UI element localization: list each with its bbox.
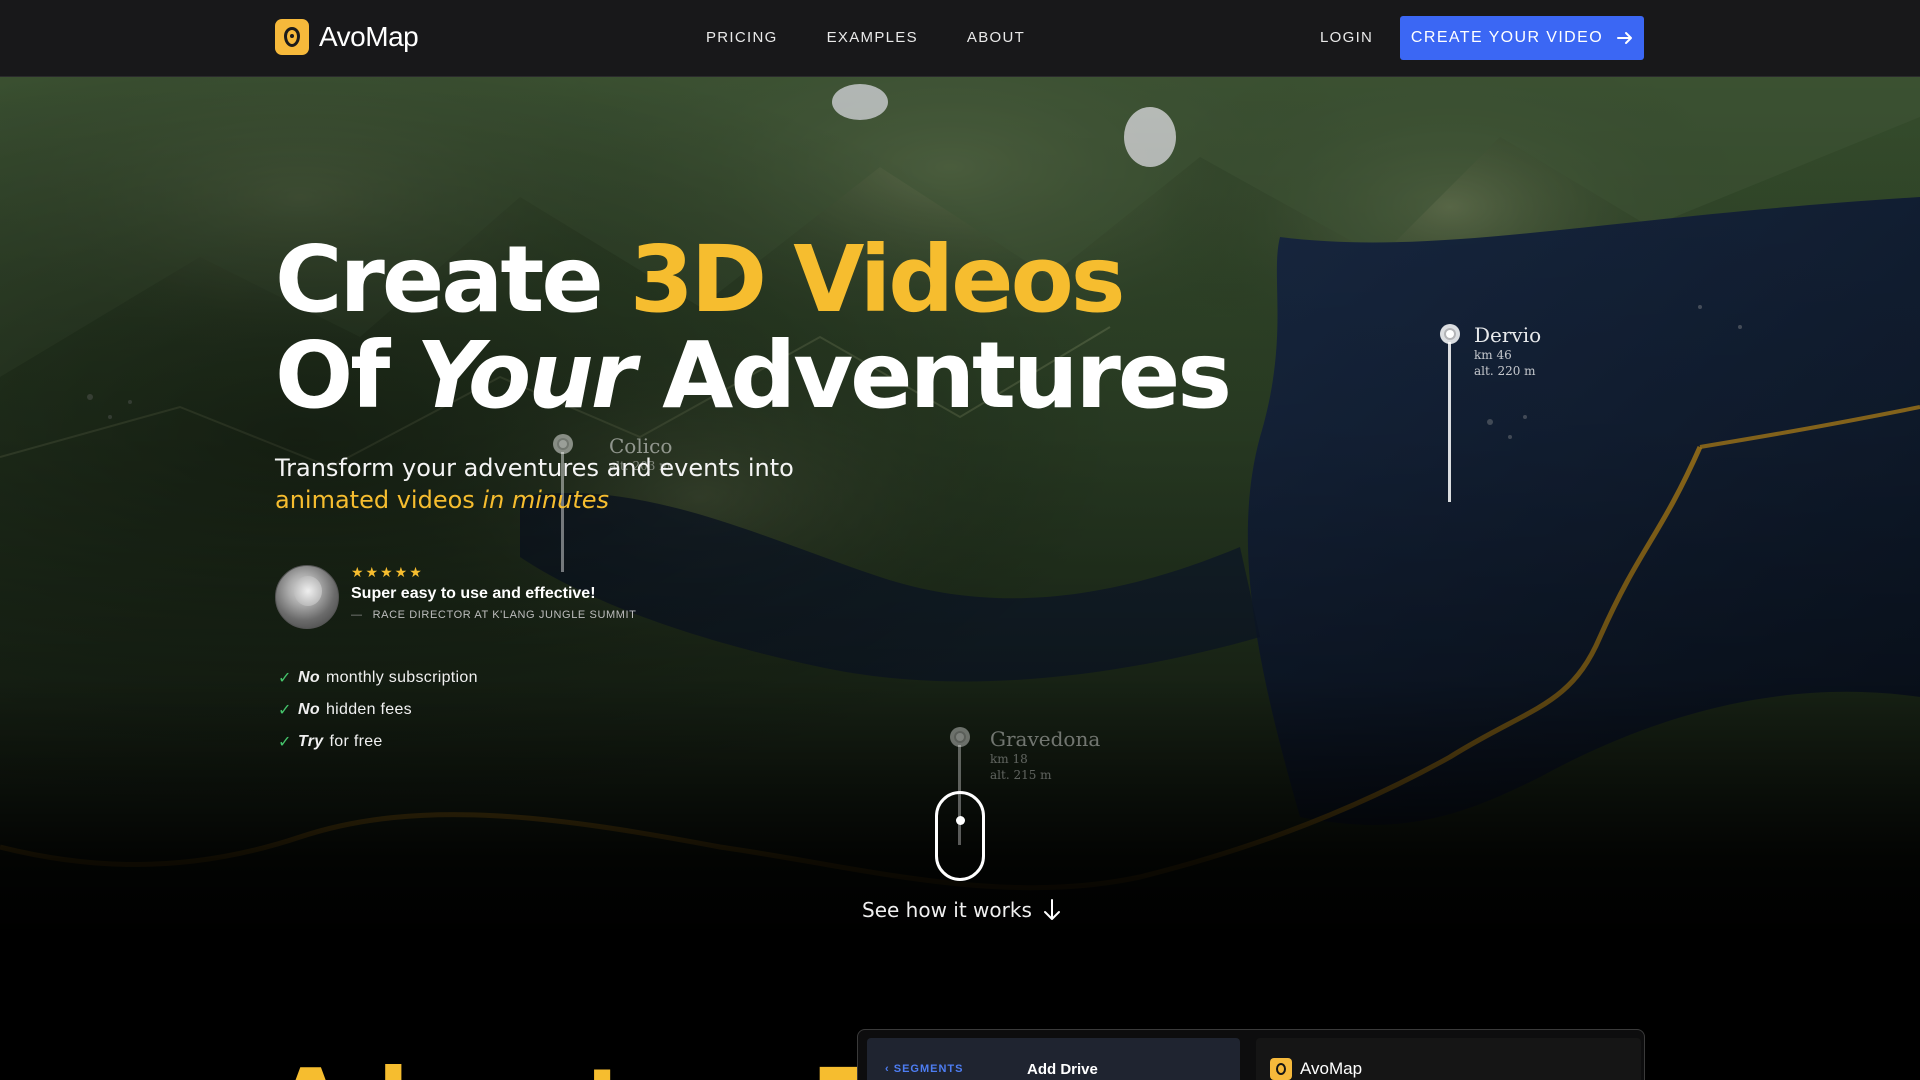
check-item: ✓ Try for free xyxy=(278,726,478,758)
map-label-name: Dervio xyxy=(1474,323,1542,347)
checkmark-icon: ✓ xyxy=(278,702,292,719)
add-drive-title: Add Drive xyxy=(1027,1061,1098,1078)
create-video-button[interactable]: CREATE YOUR VIDEO xyxy=(1400,16,1644,60)
avomap-logo-icon xyxy=(1270,1058,1292,1080)
nav-link-examples[interactable]: EXAMPLES xyxy=(827,29,918,46)
gravedona-pin-icon xyxy=(950,727,970,747)
checkmark-icon: ✓ xyxy=(278,670,292,687)
scroll-mouse-icon[interactable] xyxy=(935,791,985,881)
check-item-bold: Try xyxy=(298,733,324,750)
testimonial-quote: Super easy to use and effective! xyxy=(351,585,596,602)
check-item-text: monthly subscription xyxy=(325,669,478,686)
map-label-gravedona: Gravedona km 18 alt. 215 m xyxy=(990,727,1100,783)
headline-of: Of xyxy=(275,322,417,429)
nav-link-about[interactable]: ABOUT xyxy=(967,29,1025,46)
map-label-alt: alt. 220 m xyxy=(1474,364,1536,378)
reviewer-avatar xyxy=(275,565,339,629)
check-item-bold: No xyxy=(298,669,320,686)
check-item-bold: No xyxy=(298,701,320,718)
see-how-it-works-link[interactable]: See how it works xyxy=(862,898,1062,922)
map-label-km: km 18 xyxy=(990,752,1028,766)
segments-back-link[interactable]: ‹ SEGMENTS xyxy=(885,1063,963,1075)
map-label-dervio: Dervio km 46 alt. 220 m xyxy=(1474,323,1541,379)
subtitle-accent-italic: in minutes xyxy=(482,486,610,514)
brand-name: AvoMap xyxy=(319,21,419,52)
brand-logo[interactable]: AvoMap xyxy=(275,19,419,55)
testimonial: ★★★★★ Super easy to use and effective! —… xyxy=(275,565,637,629)
subtitle-line1: Transform your adventures and events int… xyxy=(275,454,794,482)
check-item: ✓ No hidden fees xyxy=(278,694,478,726)
headline-your: Your xyxy=(416,322,636,429)
nav-links: PRICING EXAMPLES ABOUT xyxy=(706,29,1025,46)
app-preview-canvas: AvoMap xyxy=(1256,1038,1641,1080)
arrow-down-icon xyxy=(1043,899,1060,920)
check-item-text: for free xyxy=(329,733,383,750)
top-navbar: AvoMap PRICING EXAMPLES ABOUT LOGIN CREA… xyxy=(0,0,1920,77)
check-item: ✓ No monthly subscription xyxy=(278,662,478,694)
map-label-alt: alt. 215 m xyxy=(990,768,1052,782)
app-preview-frame: ‹ SEGMENTS Add Drive AvoMap xyxy=(857,1029,1645,1080)
login-link[interactable]: LOGIN xyxy=(1320,29,1373,46)
avomap-logo-icon xyxy=(275,19,309,55)
testimonial-source: — RACE DIRECTOR AT K'LANG JUNGLE SUMMIT xyxy=(351,609,637,621)
hero-headline: Create 3D Videos Of Your Adventures xyxy=(275,232,1232,424)
subtitle-accent: animated videos xyxy=(275,486,483,514)
colico-pin-icon xyxy=(553,434,573,454)
star-rating-icon: ★★★★★ xyxy=(351,565,424,581)
check-item-text: hidden fees xyxy=(325,701,412,718)
hero-subtitle: Transform your adventures and events int… xyxy=(275,452,794,516)
next-section-title: Adventure T xyxy=(275,1055,879,1080)
nav-link-pricing[interactable]: PRICING xyxy=(706,29,778,46)
dervio-pin-line xyxy=(1448,342,1451,502)
map-label-name: Gravedona xyxy=(990,727,1101,751)
map-label-km: km 46 xyxy=(1474,348,1512,362)
headline-adventures: Adventures xyxy=(633,322,1232,429)
checkmark-icon: ✓ xyxy=(278,734,292,751)
dervio-pin-icon xyxy=(1440,324,1460,344)
app-preview-logo: AvoMap xyxy=(1270,1058,1362,1080)
app-preview-sidebar: ‹ SEGMENTS Add Drive xyxy=(867,1038,1240,1080)
headline-3d-videos: 3D Videos xyxy=(629,226,1126,333)
app-preview-brand: AvoMap xyxy=(1300,1059,1363,1078)
feature-checklist: ✓ No monthly subscription ✓ No hidden fe… xyxy=(278,662,478,758)
see-how-label: See how it works xyxy=(862,898,1032,922)
headline-create: Create xyxy=(275,226,630,333)
create-video-label: CREATE YOUR VIDEO xyxy=(1410,29,1604,46)
arrow-right-icon xyxy=(1617,32,1633,44)
